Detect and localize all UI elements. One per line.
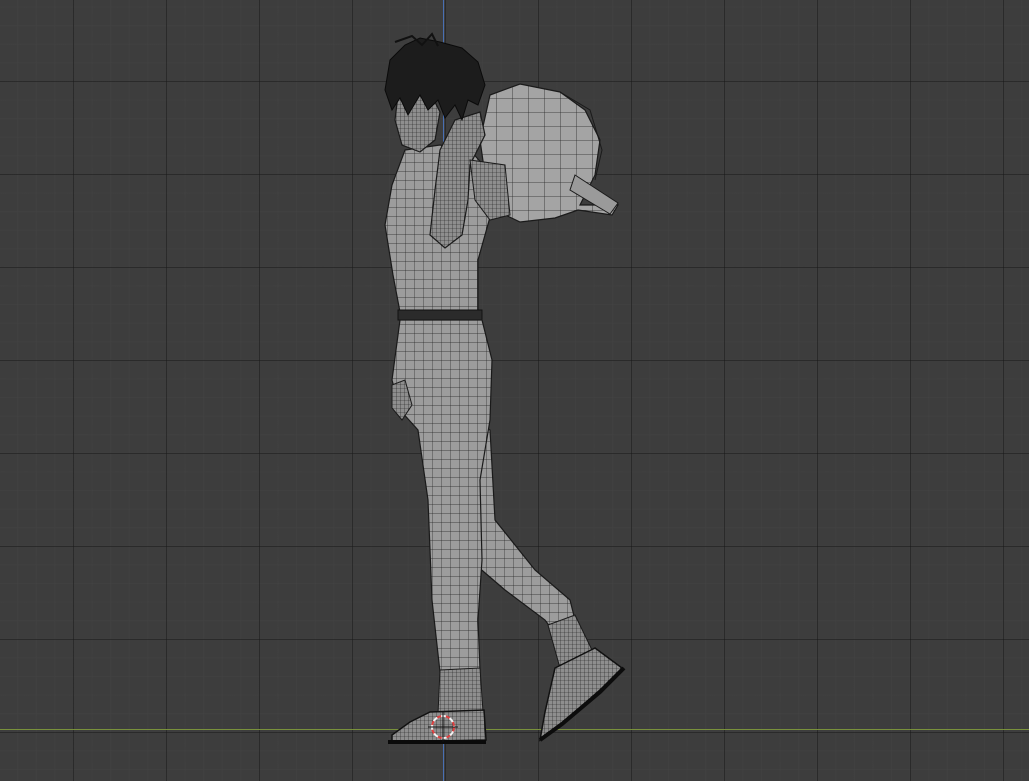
3d-viewport[interactable] [0,0,1029,781]
character-mesh[interactable] [0,0,1029,781]
belt [397,309,483,321]
